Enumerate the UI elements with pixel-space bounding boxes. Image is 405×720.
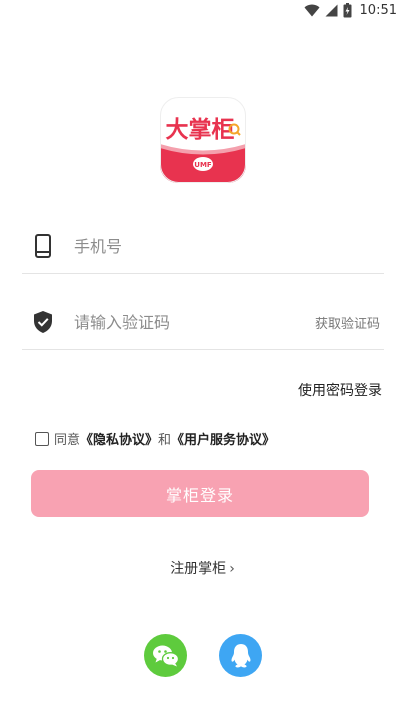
agreement-row: 同意 《隐私协议》 和 《用户服务协议》 [35, 429, 275, 448]
battery-icon [343, 3, 352, 18]
privacy-policy-link[interactable]: 《隐私协议》 [80, 429, 158, 448]
phone-input[interactable] [74, 232, 304, 260]
register-label: 注册掌柜 [170, 561, 227, 577]
app-logo: 大掌柜 UMF [160, 97, 246, 183]
wifi-icon [304, 4, 320, 17]
code-input[interactable] [74, 308, 304, 336]
wechat-icon [152, 645, 179, 666]
phone-field [22, 218, 384, 274]
status-icons: 10:51 [304, 3, 397, 18]
qq-login-button[interactable] [219, 634, 262, 677]
qq-icon [231, 643, 250, 667]
logo-brand-text: 大掌柜 [166, 117, 235, 143]
logo-badge-text: UMF [194, 161, 212, 169]
agreement-and: 和 [158, 433, 172, 448]
status-time: 10:51 [359, 3, 397, 18]
code-field: 获取验证码 [22, 294, 384, 350]
chevron-right-icon: › [229, 561, 235, 577]
status-bar: 10:51 [0, 0, 405, 24]
service-agreement-link[interactable]: 《用户服务协议》 [171, 429, 275, 448]
cell-signal-icon [325, 4, 338, 17]
wechat-login-button[interactable] [144, 634, 187, 677]
agreement-prefix: 同意 [54, 433, 81, 448]
password-login-link[interactable]: 使用密码登录 [298, 380, 382, 400]
agreement-checkbox[interactable] [35, 431, 49, 446]
phone-icon [35, 234, 51, 258]
get-code-button[interactable]: 获取验证码 [315, 313, 380, 332]
register-link[interactable]: 注册掌柜 › [0, 558, 405, 578]
shield-check-icon [34, 311, 52, 333]
login-button[interactable]: 掌柜登录 [31, 470, 369, 517]
